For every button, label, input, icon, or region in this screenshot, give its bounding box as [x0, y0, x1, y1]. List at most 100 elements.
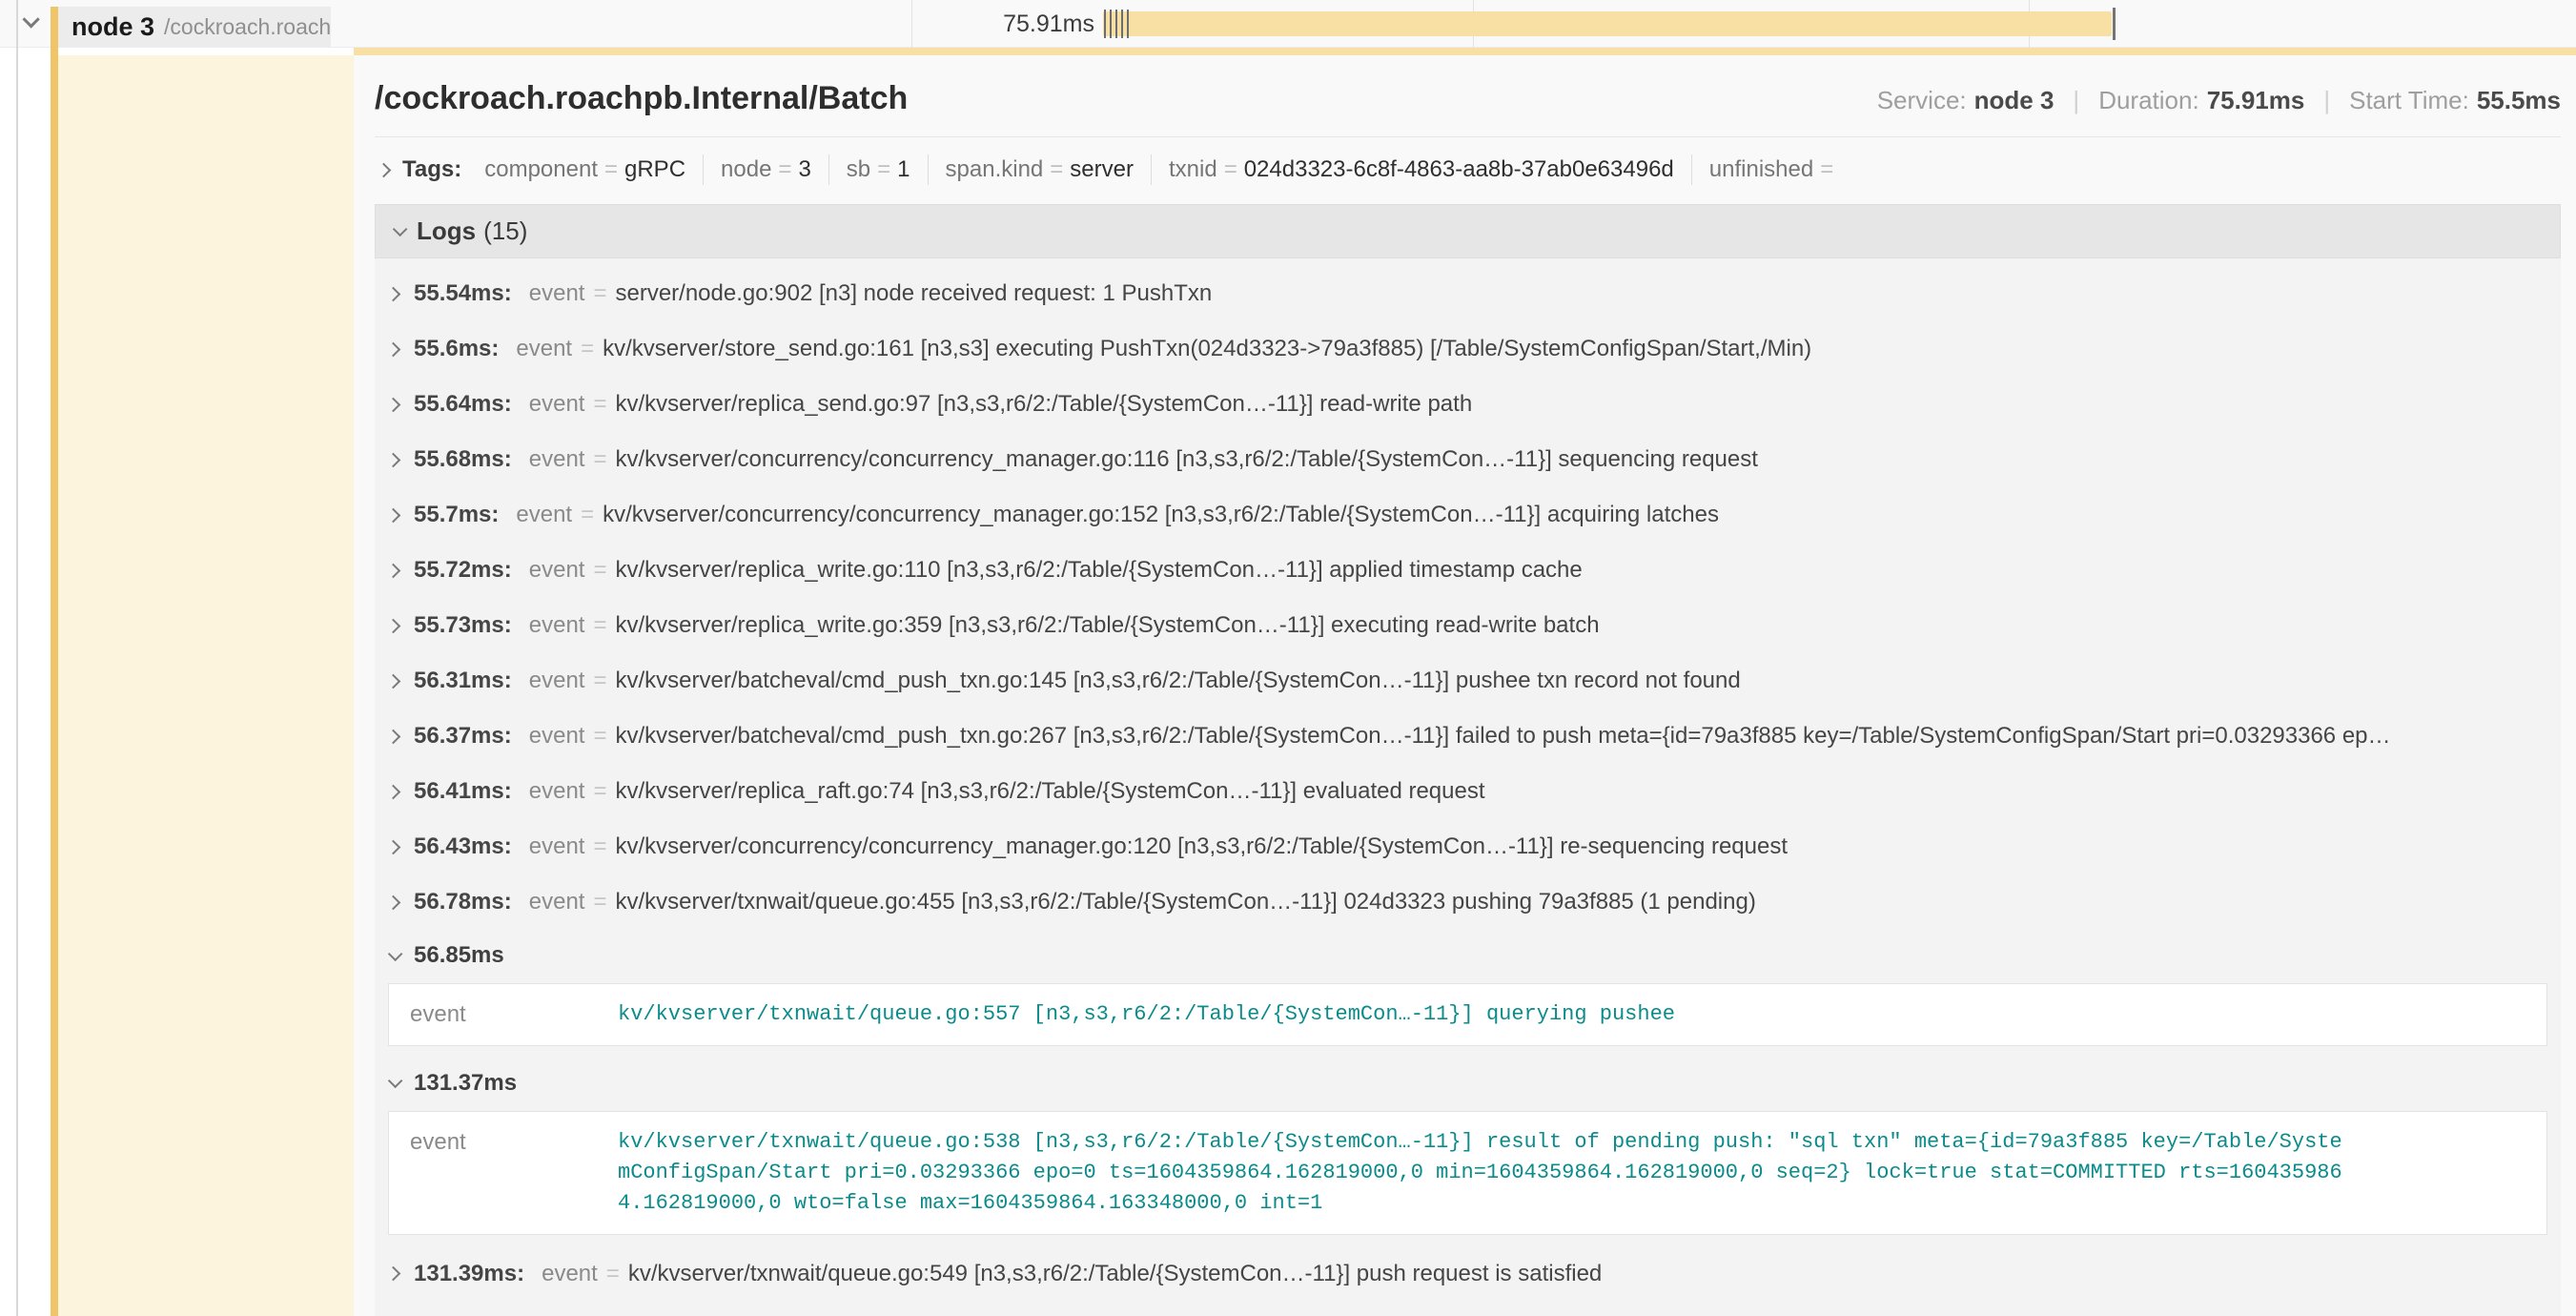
chevron-right-icon — [388, 452, 400, 467]
tag-value: 3 — [798, 156, 810, 183]
log-field-value: kv/kvserver/replica_write.go:110 [n3,s3,… — [615, 557, 1582, 584]
log-row[interactable]: 55.68ms: event = kv/kvserver/concurrency… — [388, 432, 2547, 487]
log-field-key: event — [529, 280, 585, 307]
span-duration-label: 75.91ms — [934, 0, 1094, 48]
log-entry-toggle[interactable]: 56.85ms — [388, 930, 2547, 981]
tag-item: txnid = 024d3323-6c8f-4863-aa8b-37ab0e63… — [1151, 154, 1691, 185]
log-timestamp: 55.54ms: — [414, 280, 512, 307]
log-detail-card: event kv/kvserver/txnwait/queue.go:538 [… — [388, 1111, 2547, 1235]
log-row[interactable]: 56.37ms: event = kv/kvserver/batcheval/c… — [388, 709, 2547, 764]
log-row[interactable]: 56.41ms: event = kv/kvserver/replica_raf… — [388, 764, 2547, 819]
equals-sign: = — [593, 280, 606, 307]
equals-sign: = — [593, 391, 606, 418]
service-value: node 3 — [1974, 86, 2055, 115]
equals-sign: = — [593, 612, 606, 639]
log-row[interactable]: 55.73ms: event = kv/kvserver/replica_wri… — [388, 598, 2547, 653]
equals-sign: = — [581, 336, 594, 362]
chevron-right-icon — [388, 894, 400, 910]
equals-sign: = — [1224, 156, 1237, 183]
detail-top-border — [354, 48, 2576, 55]
tags-accordion-toggle[interactable]: Tags: component = gRPC node = 3 sb = 1 s… — [375, 154, 2561, 185]
log-row[interactable]: 55.72ms: event = kv/kvserver/replica_wri… — [388, 543, 2547, 598]
collapse-span-chevron[interactable] — [23, 15, 35, 32]
meta-separator: | — [2073, 86, 2079, 115]
log-row[interactable]: 56.43ms: event = kv/kvserver/concurrency… — [388, 819, 2547, 874]
log-row[interactable]: 56.31ms: event = kv/kvserver/batcheval/c… — [388, 653, 2547, 709]
equals-sign: = — [1050, 156, 1063, 183]
log-detail-card: event kv/kvserver/txnwait/queue.go:557 [… — [388, 983, 2547, 1046]
log-field-key: event — [516, 502, 572, 528]
log-timestamp: 56.43ms: — [414, 833, 512, 860]
log-row[interactable]: 55.64ms: event = kv/kvserver/replica_sen… — [388, 377, 2547, 432]
log-rows: 55.54ms: event = server/node.go:902 [n3]… — [388, 266, 2547, 1302]
span-row[interactable]: node 3 /cockroach.roach… 75.91ms — [0, 0, 2576, 48]
log-entry-toggle[interactable]: 131.37ms — [388, 1058, 2547, 1109]
log-row[interactable]: 56.78ms: event = kv/kvserver/txnwait/que… — [388, 874, 2547, 930]
logs-list: 55.54ms: event = server/node.go:902 [n3]… — [375, 258, 2561, 1316]
span-meta: Service: node 3 | Duration: 75.91ms | St… — [1877, 86, 2561, 115]
span-name-tab[interactable]: node 3 /cockroach.roach… — [58, 7, 331, 48]
log-field-key: event — [529, 391, 585, 418]
log-row[interactable]: 55.54ms: event = server/node.go:902 [n3]… — [388, 266, 2547, 321]
tag-item: span.kind = server — [928, 154, 1151, 185]
chevron-right-icon — [388, 397, 400, 412]
log-timestamp: 56.31ms: — [414, 668, 512, 694]
span-detail-panel: /cockroach.roachpb.Internal/Batch Servic… — [354, 55, 2576, 1316]
equals-sign: = — [593, 668, 606, 694]
log-row[interactable]: 55.6ms: event = kv/kvserver/store_send.g… — [388, 321, 2547, 377]
equals-sign: = — [877, 156, 890, 183]
span-name-column-highlight[interactable] — [58, 55, 354, 1316]
span-duration-bar[interactable] — [1103, 11, 2112, 36]
log-timestamp: 55.68ms: — [414, 446, 512, 473]
log-field-key: event — [542, 1261, 598, 1287]
log-field-value: kv/kvserver/concurrency/concurrency_mana… — [615, 446, 1757, 473]
log-field-key: event — [529, 889, 585, 915]
tags-label: Tags: — [402, 156, 461, 183]
duration-value: 75.91ms — [2207, 86, 2305, 115]
log-row[interactable]: 55.7ms: event = kv/kvserver/concurrency/… — [388, 487, 2547, 543]
chevron-down-icon — [388, 946, 403, 961]
chevron-right-icon — [388, 784, 400, 799]
log-field-key: event — [529, 723, 585, 750]
tag-key: node — [721, 156, 771, 183]
log-row[interactable]: 131.39ms: event = kv/kvserver/txnwait/qu… — [388, 1246, 2547, 1302]
log-timestamp: 56.85ms — [414, 942, 504, 969]
chevron-right-icon — [377, 162, 392, 177]
log-entry-expanded: 56.85ms event kv/kvserver/txnwait/queue.… — [388, 930, 2547, 1046]
log-field-key: event — [529, 668, 585, 694]
span-operation-title: /cockroach.roachpb.Internal/Batch — [375, 80, 908, 117]
chevron-right-icon — [388, 507, 400, 523]
column-resizer[interactable] — [16, 0, 18, 1316]
trace-span-detail-view: node 3 /cockroach.roach… 75.91ms /cockro… — [0, 0, 2576, 1316]
start-time-value: 55.5ms — [2477, 86, 2561, 115]
tag-item: unfinished = — [1691, 154, 1857, 185]
chevron-right-icon — [388, 286, 400, 301]
tag-item: node = 3 — [703, 154, 828, 185]
span-service-name: node 3 — [72, 12, 154, 42]
equals-sign: = — [1820, 156, 1833, 183]
log-field-key: event — [529, 446, 585, 473]
log-field-key: event — [529, 557, 585, 584]
log-field-value: kv/kvserver/txnwait/queue.go:557 [n3,s3,… — [618, 999, 1675, 1030]
log-timestamp: 55.6ms: — [414, 336, 499, 362]
log-timestamp: 56.41ms: — [414, 778, 512, 805]
equals-sign: = — [593, 723, 606, 750]
log-field-value: kv/kvserver/concurrency/concurrency_mana… — [615, 833, 1788, 860]
log-field-key: event — [410, 999, 618, 1028]
log-field-key: event — [529, 612, 585, 639]
tag-key: sb — [847, 156, 870, 183]
log-entry-expanded: 131.37ms event kv/kvserver/txnwait/queue… — [388, 1058, 2547, 1235]
logs-count: (15) — [483, 216, 527, 246]
log-field-key: event — [529, 833, 585, 860]
tag-value: server — [1070, 156, 1134, 183]
log-timestamp: 55.64ms: — [414, 391, 512, 418]
span-operation-name: /cockroach.roach… — [164, 14, 331, 40]
duration-label: Duration: — [2098, 86, 2199, 115]
equals-sign: = — [604, 156, 618, 183]
service-label: Service: — [1877, 86, 1967, 115]
logs-accordion-toggle[interactable]: Logs (15) — [375, 204, 2561, 258]
tag-value: 1 — [897, 156, 910, 183]
log-field-key: event — [516, 336, 572, 362]
log-field-value: kv/kvserver/batcheval/cmd_push_txn.go:14… — [615, 668, 1740, 694]
tag-item: component = gRPC — [467, 154, 703, 185]
